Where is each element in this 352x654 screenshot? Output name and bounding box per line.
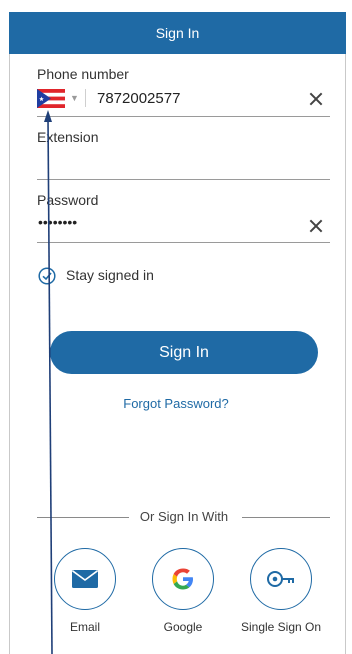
annotation-arrow — [44, 110, 53, 654]
